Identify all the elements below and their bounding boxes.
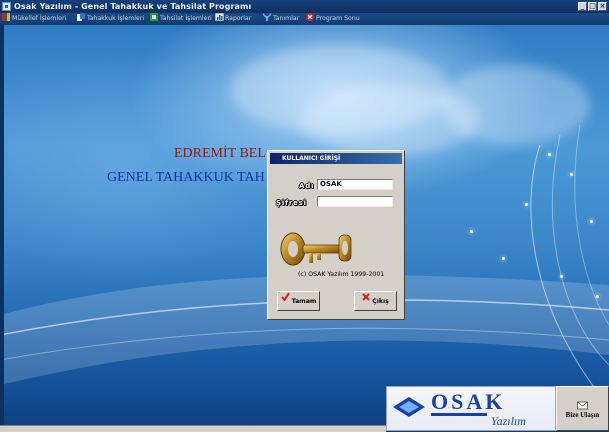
cross-icon (362, 291, 370, 309)
menu-item-program-sonu[interactable]: Program Sonu (306, 13, 360, 25)
logo-main-text: OSAK (431, 389, 505, 414)
ok-button[interactable]: Tamam (277, 291, 320, 311)
sparkle (590, 220, 593, 223)
menu-item-tanimlar[interactable]: Tanımlar (263, 13, 299, 25)
menu-item-label: Raporlar (225, 15, 252, 22)
menu-item-label: Tahsilat İşlemleri (160, 15, 212, 22)
menu-item-label: Mükellef İşlemleri (12, 15, 67, 22)
contact-us-label: Bize Ulaşın (565, 411, 600, 419)
checkmark-icon (280, 291, 290, 309)
sparkle (525, 203, 528, 206)
exit-button[interactable]: Çıkış (354, 291, 397, 311)
menu-item-label: Tahakkuk İşlemleri (87, 15, 145, 22)
window-title: Osak Yazılım - Genel Tahakkuk ve Tahsila… (14, 2, 252, 11)
sparkle (570, 173, 573, 176)
accrual-icon (77, 13, 85, 21)
left-border (0, 25, 4, 425)
sparkle (470, 230, 473, 233)
login-dialog-title: KULLANICI GİRİŞİ (270, 153, 402, 164)
menu-item-mukellef[interactable]: Mükellef İşlemleri (2, 13, 66, 25)
ok-button-label: Tamam (291, 298, 317, 305)
copyright-text: (c) OSAK Yazılım 1999-2001 (298, 271, 385, 278)
menu-item-label: Tanımlar (273, 15, 300, 22)
sparkle (560, 275, 563, 278)
program-title: GENEL TAHAKKUK TAH (107, 170, 265, 185)
key-icon (277, 225, 357, 291)
maximize-button[interactable]: □ (588, 2, 597, 11)
definitions-icon (263, 13, 271, 21)
sparkle (548, 153, 551, 156)
menu-item-raporlar[interactable]: Raporlar (214, 12, 252, 25)
username-label: Adı (299, 182, 315, 190)
username-field[interactable]: OSAK (317, 179, 393, 190)
title-bar[interactable]: Osak Yazılım - Genel Tahakkuk ve Tahsila… (0, 0, 609, 13)
app-window: Osak Yazılım - Genel Tahakkuk ve Tahsila… (0, 0, 609, 432)
sparkle (596, 295, 599, 298)
collection-icon (150, 13, 158, 21)
report-icon (214, 12, 225, 22)
password-label: Şifresi (276, 199, 307, 207)
sparkle (502, 257, 505, 260)
ledger-icon (2, 13, 10, 21)
osak-logo[interactable]: OSAK Yazılım (386, 386, 556, 431)
exit-icon (306, 13, 314, 21)
contact-us-button[interactable]: Bize Ulaşın (556, 386, 609, 431)
logo-sub-text: Yazılım (491, 414, 526, 428)
municipality-title: EDREMİT BEL (174, 146, 266, 161)
menu-item-label: Program Sonu (316, 15, 360, 22)
close-button[interactable]: × (598, 2, 607, 11)
login-dialog: KULLANICI GİRİŞİ Adı OSAK Şifresi (c) OS… (267, 150, 405, 320)
minimize-button[interactable]: _ (578, 2, 587, 11)
password-field[interactable] (317, 196, 393, 207)
menu-item-tahsilat[interactable]: Tahsilat İşlemleri (150, 13, 212, 25)
app-icon (2, 2, 11, 11)
menu-item-tahakkuk[interactable]: Tahakkuk İşlemleri (77, 13, 144, 25)
exit-button-label: Çıkış (372, 298, 389, 305)
